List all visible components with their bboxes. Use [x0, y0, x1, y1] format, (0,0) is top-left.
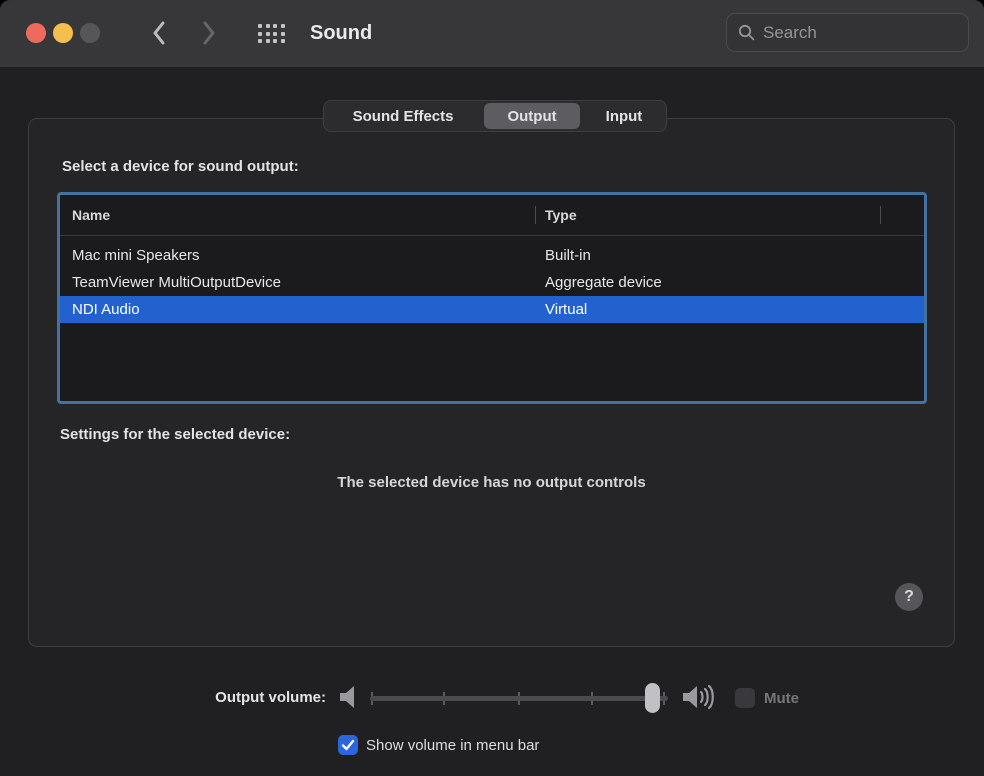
volume-slider-thumb[interactable]: [645, 683, 660, 713]
device-list-label: Select a device for sound output:: [62, 158, 299, 175]
tab-sound-effects[interactable]: Sound Effects: [324, 103, 482, 129]
show-volume-checkbox[interactable]: [338, 735, 358, 755]
column-header-type[interactable]: Type: [545, 195, 577, 235]
device-type: Aggregate device: [545, 269, 662, 296]
device-type: Virtual: [545, 296, 587, 323]
no-output-controls-message: The selected device has no output contro…: [28, 474, 955, 491]
output-volume-slider[interactable]: [370, 683, 668, 713]
forward-button[interactable]: [196, 17, 220, 49]
device-name: NDI Audio: [72, 296, 140, 323]
show-volume-label: Show volume in menu bar: [366, 737, 539, 754]
title-bar: Sound Search: [0, 0, 984, 67]
sound-preferences-window: Sound Search Sound Effects Output Input …: [0, 0, 984, 776]
tab-output[interactable]: Output: [484, 103, 580, 129]
column-header-name[interactable]: Name: [72, 195, 110, 235]
table-row[interactable]: Mac mini Speakers Built-in: [60, 242, 924, 269]
output-volume-label: Output volume:: [186, 689, 326, 706]
close-button[interactable]: [26, 23, 46, 43]
device-table-body: Mac mini Speakers Built-in TeamViewer Mu…: [60, 236, 924, 323]
device-name: Mac mini Speakers: [72, 242, 200, 269]
mute-checkbox[interactable]: [735, 688, 755, 708]
speaker-low-icon: [337, 684, 359, 715]
device-table-header: Name Type: [60, 195, 924, 236]
window-title: Sound: [310, 0, 372, 67]
show-all-grid-icon[interactable]: [258, 24, 285, 43]
device-table[interactable]: Name Type Mac mini Speakers Built-in Tea…: [57, 192, 927, 404]
table-row[interactable]: TeamViewer MultiOutputDevice Aggregate d…: [60, 269, 924, 296]
minimize-button[interactable]: [53, 23, 73, 43]
device-type: Built-in: [545, 242, 591, 269]
search-input[interactable]: Search: [726, 13, 969, 52]
speaker-high-icon: [681, 682, 717, 717]
slider-track[interactable]: [370, 696, 668, 701]
table-row[interactable]: NDI Audio Virtual: [60, 296, 924, 323]
help-button[interactable]: ?: [895, 583, 923, 611]
mute-label: Mute: [764, 690, 799, 707]
zoom-button: [80, 23, 100, 43]
tab-bar: Sound Effects Output Input: [323, 100, 667, 132]
tab-input[interactable]: Input: [582, 103, 666, 129]
back-button[interactable]: [148, 17, 172, 49]
settings-label: Settings for the selected device:: [60, 426, 290, 443]
search-icon: [738, 24, 755, 41]
search-placeholder: Search: [763, 23, 817, 43]
column-divider[interactable]: [880, 206, 881, 224]
device-name: TeamViewer MultiOutputDevice: [72, 269, 281, 296]
column-divider[interactable]: [535, 206, 536, 224]
